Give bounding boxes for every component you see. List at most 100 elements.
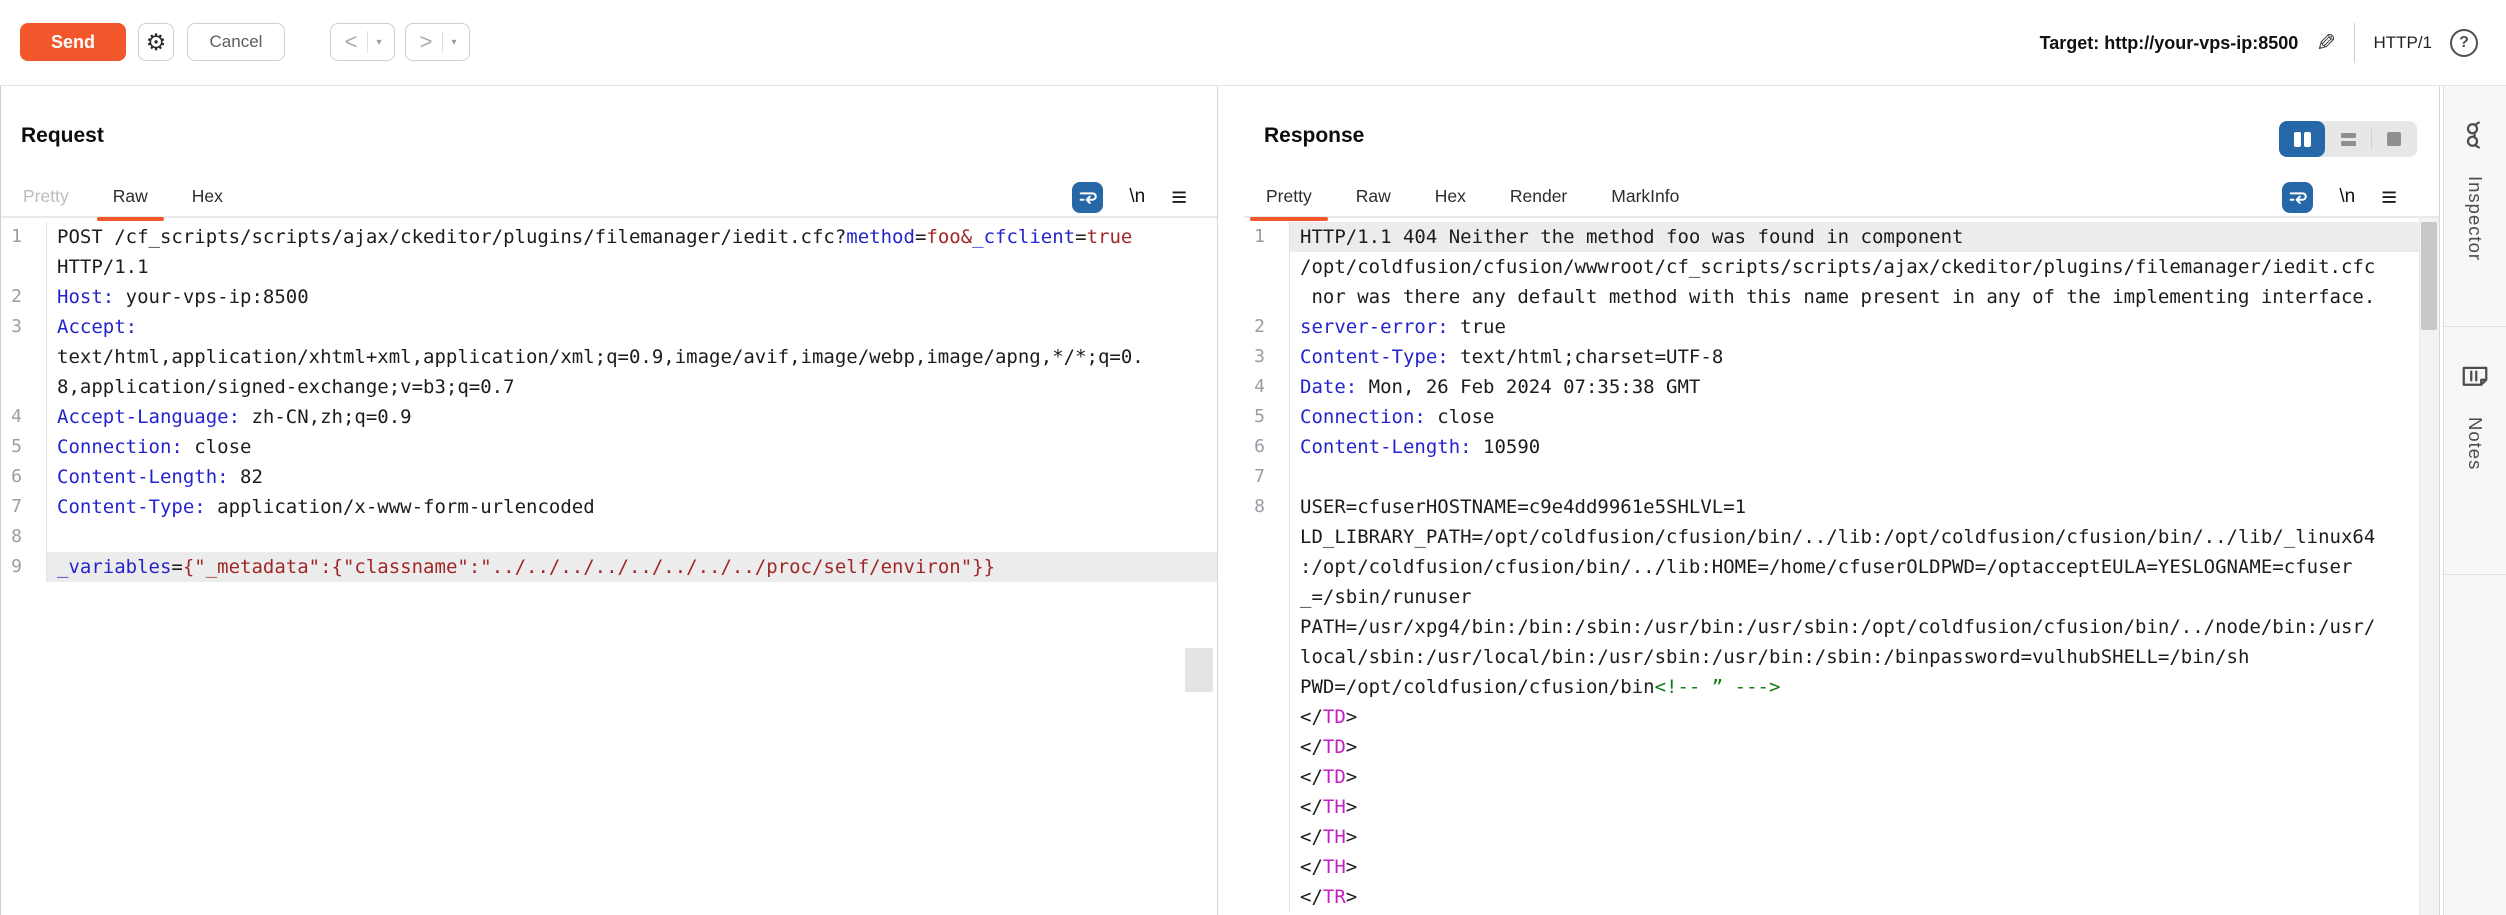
code-line: 6Content-Length: 10590: [1244, 432, 2439, 462]
line-number: 7: [1, 492, 47, 522]
response-scrollbar[interactable]: [2419, 218, 2439, 915]
response-scrollbar-thumb[interactable]: [2421, 222, 2437, 330]
layout-view-switcher: [2279, 121, 2417, 157]
inspector-tab-label: Inspector: [2464, 176, 2486, 261]
line-number: 2: [1244, 312, 1290, 342]
line-number: 1: [1244, 222, 1290, 252]
response-tab-hex[interactable]: Hex: [1413, 176, 1488, 218]
line-number: [1, 342, 47, 372]
line-content: Connection: close: [1290, 402, 2439, 432]
show-newlines-toggle[interactable]: \n: [2339, 186, 2355, 208]
gear-icon: ⚙: [146, 29, 167, 56]
line-number: [1, 372, 47, 402]
help-icon[interactable]: ?: [2450, 29, 2478, 57]
right-sidebar: Inspector Notes: [2443, 86, 2506, 915]
notes-tab[interactable]: Notes: [2444, 327, 2506, 575]
line-content: _variables={"_metadata":{"classname":"..…: [47, 552, 1217, 582]
response-panel-title: Response: [1264, 124, 1364, 148]
line-number: [1244, 822, 1290, 852]
code-line: 1POST /cf_scripts/scripts/ajax/ckeditor/…: [1, 222, 1217, 252]
word-wrap-toggle[interactable]: [2282, 182, 2313, 213]
response-tab-markinfo[interactable]: MarkInfo: [1589, 176, 1701, 218]
line-content: </TD>: [1290, 762, 2439, 792]
notes-document-icon: [2460, 361, 2490, 391]
line-content: USER=cfuserHOSTNAME=c9e4dd9961e5SHLVL=1: [1290, 492, 2439, 522]
code-line: 9_variables={"_metadata":{"classname":".…: [1, 552, 1217, 582]
inspector-tab[interactable]: Inspector: [2444, 86, 2506, 327]
line-content: </TH>: [1290, 792, 2439, 822]
code-line: 8,application/signed-exchange;v=b3;q=0.7: [1, 372, 1217, 402]
hamburger-menu-icon[interactable]: ≡: [2381, 187, 2397, 207]
request-scrollbar-thumb[interactable]: [1185, 648, 1213, 692]
toolbar: Send ⚙ Cancel < ▾ > ▾ Target: http://you…: [0, 0, 2506, 86]
request-tab-pretty[interactable]: Pretty: [1, 176, 91, 218]
request-panel: Request PrettyRawHex \n ≡ 1POST /cf_scri…: [0, 86, 1218, 915]
line-number: [1, 252, 47, 282]
line-content: [47, 522, 1217, 552]
line-number: [1244, 732, 1290, 762]
code-line: :/opt/coldfusion/cfusion/bin/../lib:HOME…: [1244, 552, 2439, 582]
line-content: nor was there any default method with th…: [1290, 282, 2439, 312]
code-line: /opt/coldfusion/cfusion/wwwroot/cf_scrip…: [1244, 252, 2439, 282]
code-line: 4Accept-Language: zh-CN,zh;q=0.9: [1, 402, 1217, 432]
request-editor[interactable]: 1POST /cf_scripts/scripts/ajax/ckeditor/…: [1, 218, 1217, 915]
line-content: PATH=/usr/xpg4/bin:/bin:/sbin:/usr/bin:/…: [1290, 612, 2439, 642]
code-line: </TH>: [1244, 792, 2439, 822]
line-number: [1244, 522, 1290, 552]
back-button[interactable]: < ▾: [330, 23, 395, 61]
request-tab-hex[interactable]: Hex: [170, 176, 245, 218]
line-content: server-error: true: [1290, 312, 2439, 342]
http-version-label[interactable]: HTTP/1: [2373, 33, 2432, 53]
show-newlines-toggle[interactable]: \n: [1129, 186, 1145, 208]
cancel-button[interactable]: Cancel: [187, 23, 285, 61]
line-number: [1244, 882, 1290, 912]
line-content: LD_LIBRARY_PATH=/opt/coldfusion/cfusion/…: [1290, 522, 2439, 552]
line-number: [1244, 762, 1290, 792]
line-content: HTTP/1.1: [47, 252, 1217, 282]
line-content: _=/sbin/runuser: [1290, 582, 2439, 612]
view-columns-button[interactable]: [2279, 121, 2325, 157]
code-line: 3Accept:: [1, 312, 1217, 342]
view-single-button[interactable]: [2371, 121, 2417, 157]
send-button[interactable]: Send: [20, 23, 126, 61]
code-line: 8: [1, 522, 1217, 552]
code-line: </TH>: [1244, 822, 2439, 852]
back-dropdown-icon[interactable]: ▾: [368, 37, 390, 48]
response-editor-icons: \n ≡: [2282, 176, 2397, 218]
back-chevron-icon: <: [335, 24, 367, 60]
toolbar-divider: [2354, 23, 2355, 63]
response-tab-raw[interactable]: Raw: [1334, 176, 1413, 218]
code-line: PATH=/usr/xpg4/bin:/bin:/sbin:/usr/bin:/…: [1244, 612, 2439, 642]
code-line: </TD>: [1244, 702, 2439, 732]
line-number: 4: [1244, 372, 1290, 402]
response-tab-render[interactable]: Render: [1488, 176, 1589, 218]
inspector-glasses-icon: [2460, 120, 2490, 150]
line-number: [1244, 672, 1290, 702]
word-wrap-toggle[interactable]: [1072, 182, 1103, 213]
code-line: nor was there any default method with th…: [1244, 282, 2439, 312]
view-rows-button[interactable]: [2325, 121, 2371, 157]
line-content: Accept:: [47, 312, 1217, 342]
line-content: Content-Type: application/x-www-form-url…: [47, 492, 1217, 522]
request-tabs: PrettyRawHex: [1, 176, 1217, 218]
line-number: 2: [1, 282, 47, 312]
line-number: [1244, 642, 1290, 672]
forward-button[interactable]: > ▾: [405, 23, 470, 61]
line-content: Content-Length: 10590: [1290, 432, 2439, 462]
response-tab-pretty[interactable]: Pretty: [1244, 176, 1334, 218]
hamburger-menu-icon[interactable]: ≡: [1171, 187, 1187, 207]
line-number: 8: [1, 522, 47, 552]
line-content: </TH>: [1290, 852, 2439, 882]
response-editor[interactable]: 1HTTP/1.1 404 Neither the method foo was…: [1244, 218, 2439, 915]
edit-target-pencil-icon[interactable]: ✎: [2316, 29, 2336, 58]
line-content: </TH>: [1290, 822, 2439, 852]
request-tab-raw[interactable]: Raw: [91, 176, 170, 218]
code-line: 5Connection: close: [1, 432, 1217, 462]
code-line: </TH>: [1244, 852, 2439, 882]
line-content: </TR>: [1290, 882, 2439, 912]
forward-dropdown-icon[interactable]: ▾: [443, 37, 465, 48]
line-number: [1244, 282, 1290, 312]
settings-button[interactable]: ⚙: [138, 23, 174, 61]
line-number: [1244, 552, 1290, 582]
line-content: Content-Length: 82: [47, 462, 1217, 492]
